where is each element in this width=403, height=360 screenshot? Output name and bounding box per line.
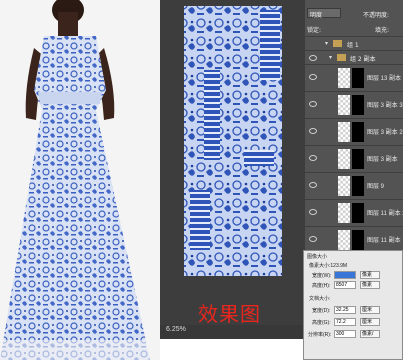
zoom-level[interactable]: 6.25% bbox=[166, 326, 186, 333]
eye-icon[interactable] bbox=[309, 55, 317, 61]
layer-group-2[interactable]: ▾ 组 2 副本 bbox=[305, 50, 403, 65]
layer-row[interactable]: 图层 3 副本 2 bbox=[305, 118, 403, 145]
pixel-size-label: 像素大小:123.9M bbox=[309, 263, 348, 269]
eye-icon[interactable] bbox=[309, 209, 317, 215]
doc-height-input[interactable]: 72.2 bbox=[334, 318, 356, 326]
eye-icon[interactable] bbox=[309, 182, 317, 188]
layer-mask-thumbnail[interactable] bbox=[352, 176, 364, 196]
blend-mode-select[interactable]: 明度 bbox=[307, 8, 341, 19]
layer-name: 图层 11 副本 bbox=[367, 238, 401, 244]
image-size-dialog: 图像大小 像素大小:123.9M 宽度(W): 像素 高度(H): 8507 像… bbox=[303, 250, 403, 360]
layer-thumbnail bbox=[338, 203, 350, 223]
resolution-label: 分辨率(R): bbox=[308, 332, 332, 338]
layer-name: 图层 11 副本 2 bbox=[367, 211, 403, 217]
layer-row[interactable]: 图层 11 副本 bbox=[305, 226, 403, 253]
doc-height-unit-select[interactable]: 厘米 bbox=[360, 318, 380, 326]
dress-illustration bbox=[0, 0, 160, 360]
layer-thumbnail bbox=[338, 176, 350, 196]
layer-thumbnail bbox=[338, 149, 350, 169]
doc-size-label: 文档大小: bbox=[309, 296, 331, 302]
height-input[interactable]: 8507 bbox=[334, 281, 356, 289]
layer-name: 图层 3 副本 3 bbox=[367, 103, 403, 109]
fill-label: 填充: bbox=[375, 27, 390, 34]
eye-icon[interactable] bbox=[309, 101, 317, 107]
model-photo bbox=[0, 0, 160, 360]
layer-row[interactable]: 图层 13 副本 bbox=[305, 64, 403, 91]
layer-row[interactable]: 图层 9 bbox=[305, 172, 403, 199]
layer-group-1[interactable]: ▾ 组 1 bbox=[305, 36, 403, 51]
layer-mask-thumbnail[interactable] bbox=[352, 203, 364, 223]
group-label: 组 2 副本 bbox=[350, 56, 376, 63]
layer-mask-thumbnail[interactable] bbox=[352, 95, 364, 115]
layer-thumbnail bbox=[338, 95, 350, 115]
doc-width-label: 宽度(D): bbox=[312, 308, 331, 314]
doc-width-unit-select[interactable]: 厘米 bbox=[360, 306, 380, 314]
chevron-down-icon[interactable]: ▾ bbox=[325, 40, 328, 47]
layer-name: 图层 3 副本 2 bbox=[367, 130, 403, 136]
layer-name: 图层 3 副本 bbox=[367, 157, 398, 163]
resolution-unit-select[interactable]: 像素/ bbox=[360, 330, 380, 338]
doc-height-label: 高度(G): bbox=[312, 320, 331, 326]
layer-thumbnail bbox=[338, 122, 350, 142]
layer-mask-thumbnail[interactable] bbox=[352, 122, 364, 142]
height-label: 高度(H): bbox=[312, 283, 331, 289]
layer-name: 图层 9 bbox=[367, 184, 385, 190]
width-label: 宽度(W): bbox=[312, 273, 332, 279]
layer-mask-thumbnail[interactable] bbox=[352, 68, 364, 88]
layer-mask-thumbnail[interactable] bbox=[352, 230, 364, 250]
document-canvas[interactable] bbox=[160, 0, 305, 338]
eye-icon[interactable] bbox=[309, 128, 317, 134]
layer-mask-thumbnail[interactable] bbox=[352, 149, 364, 169]
doc-width-input[interactable]: 32.25 bbox=[334, 306, 356, 314]
lock-label: 锁定: bbox=[307, 27, 322, 34]
width-input[interactable] bbox=[334, 271, 356, 279]
pattern-artwork bbox=[184, 6, 282, 276]
watermark-label: 效果图 bbox=[198, 302, 261, 326]
eye-icon[interactable] bbox=[309, 236, 317, 242]
eye-icon[interactable] bbox=[309, 74, 317, 80]
layer-row[interactable]: 图层 3 副本 bbox=[305, 145, 403, 172]
folder-icon bbox=[333, 40, 342, 47]
layer-thumbnail bbox=[338, 68, 350, 88]
width-unit-select[interactable]: 像素 bbox=[360, 271, 380, 279]
chevron-down-icon[interactable]: ▾ bbox=[329, 54, 332, 61]
height-unit-select[interactable]: 像素 bbox=[360, 281, 380, 289]
blend-mode-value: 明度 bbox=[310, 12, 323, 19]
layer-name: 图层 13 副本 bbox=[367, 76, 402, 82]
eye-icon[interactable] bbox=[309, 155, 317, 161]
layer-thumbnail bbox=[338, 230, 350, 250]
opacity-label: 不透明度: bbox=[363, 12, 390, 19]
dialog-title: 图像大小 bbox=[307, 254, 328, 260]
layer-row[interactable]: 图层 3 副本 3 bbox=[305, 91, 403, 118]
resolution-input[interactable]: 300 bbox=[334, 330, 356, 338]
group-label: 组 1 bbox=[347, 42, 359, 49]
folder-icon bbox=[337, 54, 346, 61]
layer-row[interactable]: 图层 11 副本 2 bbox=[305, 199, 403, 226]
